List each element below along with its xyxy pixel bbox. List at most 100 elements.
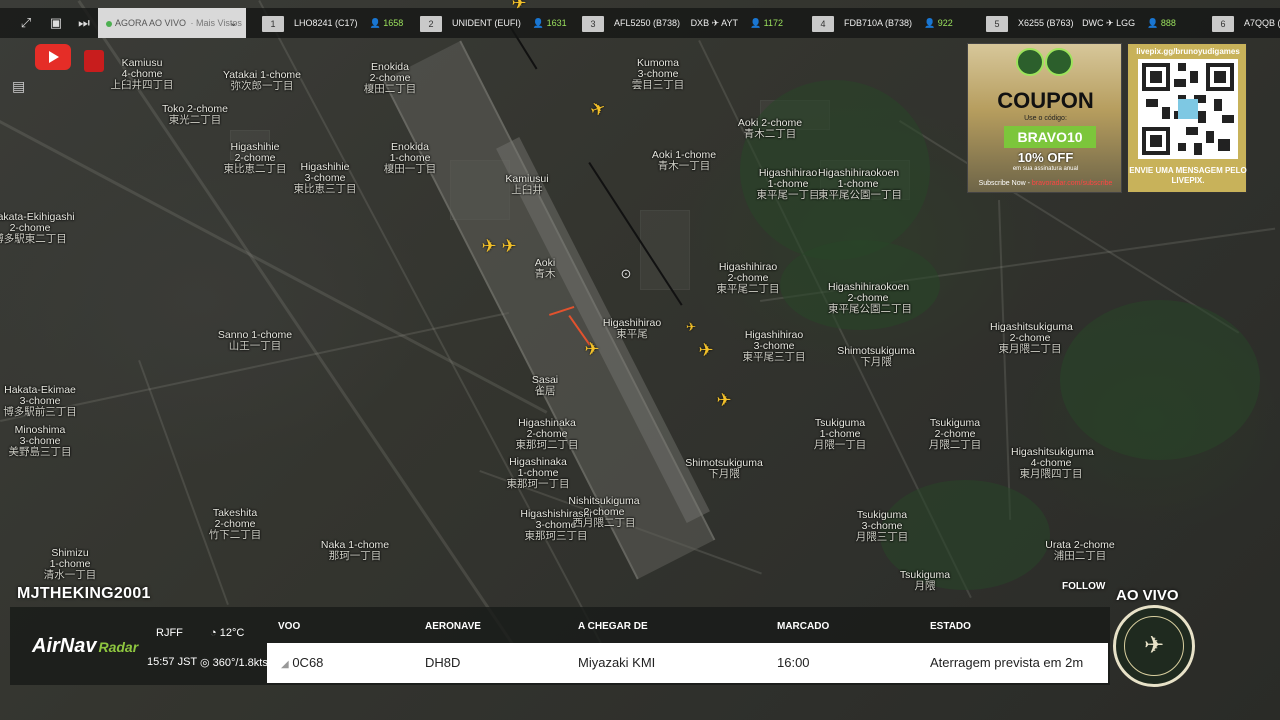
map-label: Tsukiguma 1-chome 月隈一丁目 bbox=[800, 418, 880, 451]
map-label-jp: 青木二丁目 bbox=[743, 128, 797, 140]
route: DWC ✈ LGG bbox=[1082, 18, 1136, 28]
count-value: 888 bbox=[1160, 18, 1176, 28]
now-live-label: AGORA AO VIVO bbox=[115, 18, 187, 28]
layers-icon[interactable]: ▤ bbox=[12, 78, 25, 95]
rank-badge: 3 bbox=[582, 15, 604, 32]
map-label: Tsukiguma 2-chome 月隈二丁目 bbox=[915, 418, 995, 451]
map-label: Shimotsukiguma 下月隈 bbox=[684, 458, 764, 480]
coupon-ad[interactable]: COUPON Use o código: BRAVO10 10% OFF em … bbox=[967, 43, 1122, 193]
map-label-jp: 東平尾二丁目 bbox=[716, 283, 780, 295]
map-label-jp: 東平尾一丁目 bbox=[756, 189, 820, 201]
top-flight-1[interactable]: 1 LHO8241 (C17) 👤 1658 bbox=[262, 8, 403, 38]
coupon-footer: Subscribe Now - bravoradar.com/subscribe bbox=[970, 180, 1121, 187]
map-label: Kumoma 3-chome 雲目三丁目 bbox=[618, 58, 698, 91]
aircraft-icon[interactable]: ✈ bbox=[697, 341, 715, 359]
map-label: Urata 2-chome 浦田二丁目 bbox=[1040, 540, 1120, 562]
map-label-en: Higashihirao 2-chome bbox=[718, 261, 778, 284]
radar-map[interactable]: ✈ ✈ ✈ ✈ ✈ ✈ ✈ ✈ ⊙ Kamiusu 4-chome 上臼井四丁目 Y… bbox=[0, 0, 1280, 720]
map-label-en: Higashihirao 1-chome bbox=[758, 167, 818, 190]
top-flight-2[interactable]: 2 UNIDENT (EUFI) 👤 1631 bbox=[420, 8, 567, 38]
map-label-en: Shimizu 1-chome bbox=[49, 547, 91, 570]
location-pin-icon[interactable]: ⊙ bbox=[618, 265, 634, 281]
map-label: Hakata-Ekimae 3-chome 博多駅前三丁目 bbox=[0, 385, 80, 418]
streamer-username: MJTHEKING2001 bbox=[17, 585, 151, 602]
top-flight-4[interactable]: 4 FDB710A (B738) 👤 922 bbox=[812, 8, 953, 38]
expand-icon[interactable]: ⤢ bbox=[16, 13, 36, 33]
top-bar: ⤢ ▣ ⏭ AGORA AO VIVO · Mais Vistos ⌄ 1 LHO… bbox=[0, 8, 1280, 38]
channel-badge: ✈ bbox=[1113, 605, 1195, 687]
aircraft-icon[interactable]: ✈ bbox=[682, 318, 700, 336]
plane-small-icon: ◢ bbox=[281, 659, 289, 670]
rank-badge: 2 bbox=[420, 15, 442, 32]
map-label-jp: 弥次郎一丁目 bbox=[230, 80, 294, 92]
map-label-jp: 雀居 bbox=[534, 385, 556, 397]
map-label: Naka 1-chome 那珂一丁目 bbox=[315, 540, 395, 562]
map-label: Hakata-Ekihigashi 2-chome博多駅東二丁目 bbox=[0, 212, 75, 245]
aircraft-cell: DH8D bbox=[425, 655, 461, 670]
skip-forward-icon[interactable]: ⏭ bbox=[74, 13, 94, 33]
top-flight-3[interactable]: 3 AFL5250 (B738) DXB ✈ AYT 👤 1172 bbox=[582, 8, 783, 38]
wind-icon: ◎ bbox=[200, 657, 210, 669]
local-time: 15:57 JST bbox=[147, 656, 198, 668]
col-flight: VOO bbox=[278, 621, 301, 632]
route: DXB ✈ AYT bbox=[690, 18, 738, 28]
map-label: Shimotsukiguma 下月隈 bbox=[836, 346, 916, 368]
map-label: Kamiusui 上臼井 bbox=[487, 174, 567, 196]
map-label-jp: 月隈二丁目 bbox=[928, 439, 982, 451]
aircraft-icon[interactable]: ✈ bbox=[586, 97, 609, 121]
most-viewed-dropdown[interactable]: AGORA AO VIVO · Mais Vistos ⌄ bbox=[98, 8, 246, 38]
map-label-en: Higashinaka 1-chome bbox=[509, 456, 567, 479]
radar-icon bbox=[1045, 48, 1073, 76]
map-label-en: Higashihirao 3-chome bbox=[744, 329, 804, 352]
map-label-en: Higashitsukiguma 2-chome bbox=[990, 321, 1073, 344]
map-label: Enokida 2-chome 榎田二丁目 bbox=[350, 62, 430, 95]
top-flight-5[interactable]: 5 X6255 (B763) DWC ✈ LGG 👤 888 bbox=[986, 8, 1176, 38]
map-label: Kamiusu 4-chome 上臼井四丁目 bbox=[102, 58, 182, 91]
table-row[interactable]: ◢ 0C68 DH8D Miyazaki KMI 16:00 Aterragem… bbox=[267, 643, 1108, 683]
map-label: Aoki 青木 bbox=[505, 258, 585, 280]
map-label-jp: 浦田二丁目 bbox=[1053, 550, 1107, 562]
qr-code-icon bbox=[1138, 59, 1238, 159]
map-label-jp: 東平尾三丁目 bbox=[742, 351, 806, 363]
map-label-jp: 東平尾公園二丁目 bbox=[828, 303, 912, 315]
aircraft-icon[interactable]: ✈ bbox=[500, 237, 518, 255]
map-label: Higashinaka 1-chome 東那珂一丁目 bbox=[498, 457, 578, 490]
count-value: 922 bbox=[937, 18, 953, 28]
map-label-jp: 東月隈二丁目 bbox=[998, 343, 1062, 355]
coupon-link[interactable]: bravoradar.com/subscribe bbox=[1032, 180, 1113, 187]
callsign: UNIDENT (EUFI) bbox=[452, 18, 521, 28]
map-label-jp: 上臼井 bbox=[511, 184, 543, 196]
map-label: Tsukiguma 3-chome 月隈三丁目 bbox=[842, 510, 922, 543]
col-arriving-from: A CHEGAR DE bbox=[578, 621, 648, 632]
app-icon bbox=[84, 50, 104, 72]
coupon-footer-prefix: Subscribe Now - bbox=[978, 180, 1030, 187]
window-icon[interactable]: ▣ bbox=[46, 13, 66, 33]
livepix-qr-panel[interactable]: livepix.gg/brunoyudigames ENVIE UMA MENS… bbox=[1127, 43, 1247, 193]
logo-icon bbox=[1016, 48, 1044, 76]
aircraft-icon[interactable]: ✈ bbox=[480, 237, 498, 255]
flight-info-panel: AirNav Radar RJFF 15:57 JST ◔ 12°C ◎ 360°… bbox=[10, 607, 1110, 685]
airnav-logo: AirNav Radar bbox=[32, 635, 138, 658]
map-label-jp: 月隈 bbox=[914, 580, 936, 592]
top-flight-6[interactable]: 6 A7QQB (A bbox=[1212, 8, 1280, 38]
map-label: Takeshita 2-chome 竹下二丁目 bbox=[195, 508, 275, 541]
coupon-subtitle: Use o código: bbox=[1024, 115, 1067, 122]
coupon-discount: 10% OFF bbox=[1017, 150, 1074, 165]
live-dot-icon bbox=[106, 20, 112, 27]
col-scheduled: MARCADO bbox=[777, 621, 830, 632]
aircraft-icon[interactable]: ✈ bbox=[715, 391, 733, 409]
map-label-jp: 博多駅東二丁目 bbox=[0, 233, 67, 245]
map-label-jp: 東平尾公園一丁目 bbox=[818, 189, 902, 201]
airplane-emblem-icon: ✈ bbox=[1124, 616, 1184, 676]
rank-badge: 1 bbox=[262, 15, 284, 32]
map-label-jp: 月隈一丁目 bbox=[813, 439, 867, 451]
map-label-en: Tsukiguma 3-chome bbox=[856, 509, 908, 532]
brand-name: AirNav bbox=[32, 635, 97, 657]
map-label-jp: 東平尾 bbox=[616, 328, 648, 340]
flight-value: 0C68 bbox=[292, 655, 324, 670]
aircraft-icon[interactable]: ✈ bbox=[583, 340, 601, 358]
col-status: ESTADO bbox=[930, 621, 971, 632]
follow-button[interactable]: FOLLOW bbox=[1062, 581, 1105, 592]
col-aircraft: AERONAVE bbox=[425, 621, 481, 632]
wind-value: 360°/1.8kts bbox=[212, 657, 268, 669]
